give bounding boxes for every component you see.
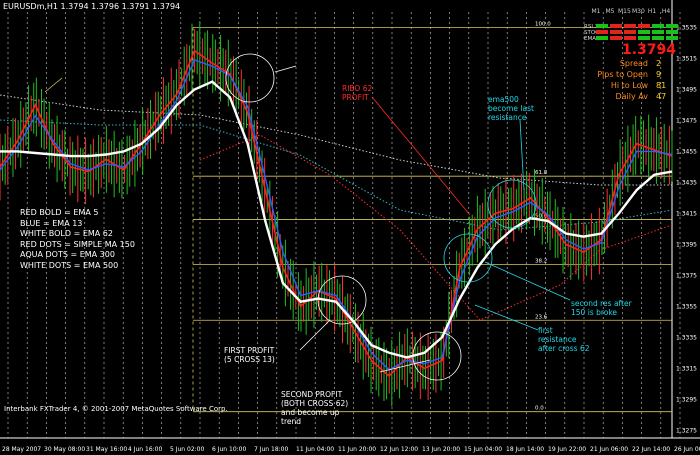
time-tick-label: 21 Jun 06:00 — [590, 446, 628, 453]
tf-label: M1 — [591, 8, 601, 15]
signal-cell — [652, 24, 664, 28]
tf-label: M15 — [618, 8, 631, 15]
price-tick-label: 1.3435 — [676, 179, 697, 186]
legend-line: AQUA DOTS = EMA 300 — [20, 250, 115, 259]
price-tick-label: 1.3495 — [676, 86, 697, 93]
legend-line: BLUE = EMA 13 — [20, 218, 83, 228]
signal-cell — [596, 30, 608, 34]
signal-cell — [596, 36, 608, 40]
signal-cell — [652, 36, 664, 40]
signal-cell — [652, 30, 664, 34]
time-tick-label: 11 Jun 20:00 — [338, 446, 376, 453]
indicator-panel: M1 M5 M15 M30 H1 H4 RSI 13 STOCH EMA 1.3… — [584, 8, 678, 104]
legend-line: WHITE BOLD = EMA 62 — [20, 229, 113, 238]
price-tick-label: 1.3295 — [676, 396, 697, 403]
stat-value: 81 — [656, 81, 667, 90]
time-tick-label: 28 May 2007 — [2, 446, 41, 453]
signal-cell — [666, 24, 678, 28]
ribo-annotation: RIBO 62 PROFIT — [342, 84, 373, 102]
current-price: 1.3794 — [622, 42, 677, 58]
tf-label: H1 — [647, 8, 657, 15]
price-tick-label: 1.3535 — [676, 24, 697, 31]
time-tick-label: 5 Jun 02:00 — [170, 446, 204, 453]
time-tick-label: 31 May 16:00 — [86, 446, 127, 453]
signal-cell — [610, 36, 622, 40]
time-tick-label: 19 Jun 22:00 — [548, 446, 586, 453]
stat-value: 9 — [656, 70, 662, 79]
panel-row-label: EMA — [584, 36, 596, 42]
fib-label: 100.0 — [535, 21, 551, 27]
stat-label: Spread — [619, 59, 648, 68]
second-profit-annotation: SECOND PROFIT (BOTH CROSS 62) and become… — [281, 390, 349, 426]
first-profit-annotation: FIRST PROFIT (5 CROSS 13) — [224, 346, 275, 364]
signal-cell — [666, 30, 678, 34]
signal-cell — [610, 24, 622, 28]
legend-line: RED BOLD = EMA 5 — [20, 208, 99, 217]
stat-row: Pips to Open 9 — [586, 70, 672, 79]
first-res-annotation: first resistance after cross 62 — [538, 326, 590, 353]
price-tick-label: 1.3395 — [676, 241, 697, 248]
pointer-line — [44, 77, 63, 93]
time-tick-label: 26 Jun 00:00 — [674, 446, 700, 453]
time-tick-label: 13 Jun 20:00 — [422, 446, 460, 453]
signal-cell — [666, 36, 678, 40]
legend-line: RED DOTS = SIMPLE MA 150 — [20, 239, 135, 249]
time-tick-label: 22 Jun 14:00 — [632, 446, 670, 453]
stat-value: 2 — [656, 59, 662, 68]
time-tick-label: 18 Jun 14:00 — [506, 446, 544, 453]
signal-cell — [638, 24, 650, 28]
signal-cell — [610, 30, 622, 34]
price-tick-label: 1.3375 — [676, 272, 697, 279]
stat-row: Daily Av 47 — [586, 92, 672, 101]
price-tick-label: 1.3415 — [676, 210, 697, 217]
dotted-ma — [199, 134, 673, 321]
fib-label: 0.0 — [535, 406, 544, 412]
chart-title: EURUSDm,H1 1.3794 1.3796 1.3791 1.3794 — [3, 2, 181, 11]
stat-value: 47 — [656, 92, 667, 101]
signal-cell — [624, 24, 636, 28]
price-tick-label: 1.3315 — [676, 365, 697, 372]
time-tick-label: 6 Jun 10:00 — [212, 446, 246, 453]
price-tick-label: 1.3355 — [676, 303, 697, 310]
time-tick-label: 7 Jun 18:00 — [254, 446, 288, 453]
time-tick-label: 11 Jun 04:00 — [296, 446, 334, 453]
fib-label: 38.2 — [535, 259, 547, 265]
pointer-line — [274, 65, 297, 73]
ema500-annotation: ema500 become last resistance — [488, 95, 534, 122]
time-tick-label: 30 May 08:00 — [44, 446, 85, 453]
signal-cell — [638, 30, 650, 34]
pointer-line — [484, 261, 571, 301]
signal-cell — [624, 36, 636, 40]
copyright: Interbank FXTrader 4, © 2001-2007 MetaQu… — [4, 405, 228, 413]
time-tick-label: 12 Jun 12:00 — [380, 446, 418, 453]
price-tick-label: 1.3455 — [676, 148, 697, 155]
second-res-annotation: second res after 150 is broke — [571, 299, 632, 317]
pointer-line — [474, 304, 539, 331]
time-tick-label: 15 Jun 04:00 — [464, 446, 502, 453]
indicator-legend: RED BOLD = EMA 5 BLUE = EMA 13 WHITE BOL… — [20, 208, 135, 271]
tf-label: H4 — [661, 8, 671, 15]
signal-cell — [596, 24, 608, 28]
pointer-line — [299, 319, 331, 351]
price-tick-label: 1.3515 — [676, 55, 697, 62]
signal-cell — [638, 36, 650, 40]
legend-line: WHITE DOTS = EMA 500 — [20, 260, 119, 270]
signal-grid — [596, 24, 678, 42]
stat-label: Pips to Open — [597, 70, 648, 79]
price-tick-label: 1.3275 — [676, 427, 697, 434]
fib-label: 61.8 — [535, 170, 548, 176]
fib-label: 23.6 — [535, 314, 548, 320]
time-tick-label: 4 Jun 16:00 — [128, 446, 162, 453]
stat-row: Hi to Low 81 — [586, 81, 672, 90]
pointer-line — [371, 96, 471, 216]
stat-label: Hi to Low — [610, 81, 648, 90]
stat-row: Spread 2 — [586, 59, 672, 68]
tf-label: M5 — [605, 8, 615, 15]
price-tick-label: 1.3335 — [676, 334, 697, 341]
price-tick-label: 1.3475 — [676, 117, 697, 124]
tf-label: M30 — [632, 8, 645, 15]
signal-cell — [624, 30, 636, 34]
stat-label: Daily Av — [615, 92, 648, 101]
